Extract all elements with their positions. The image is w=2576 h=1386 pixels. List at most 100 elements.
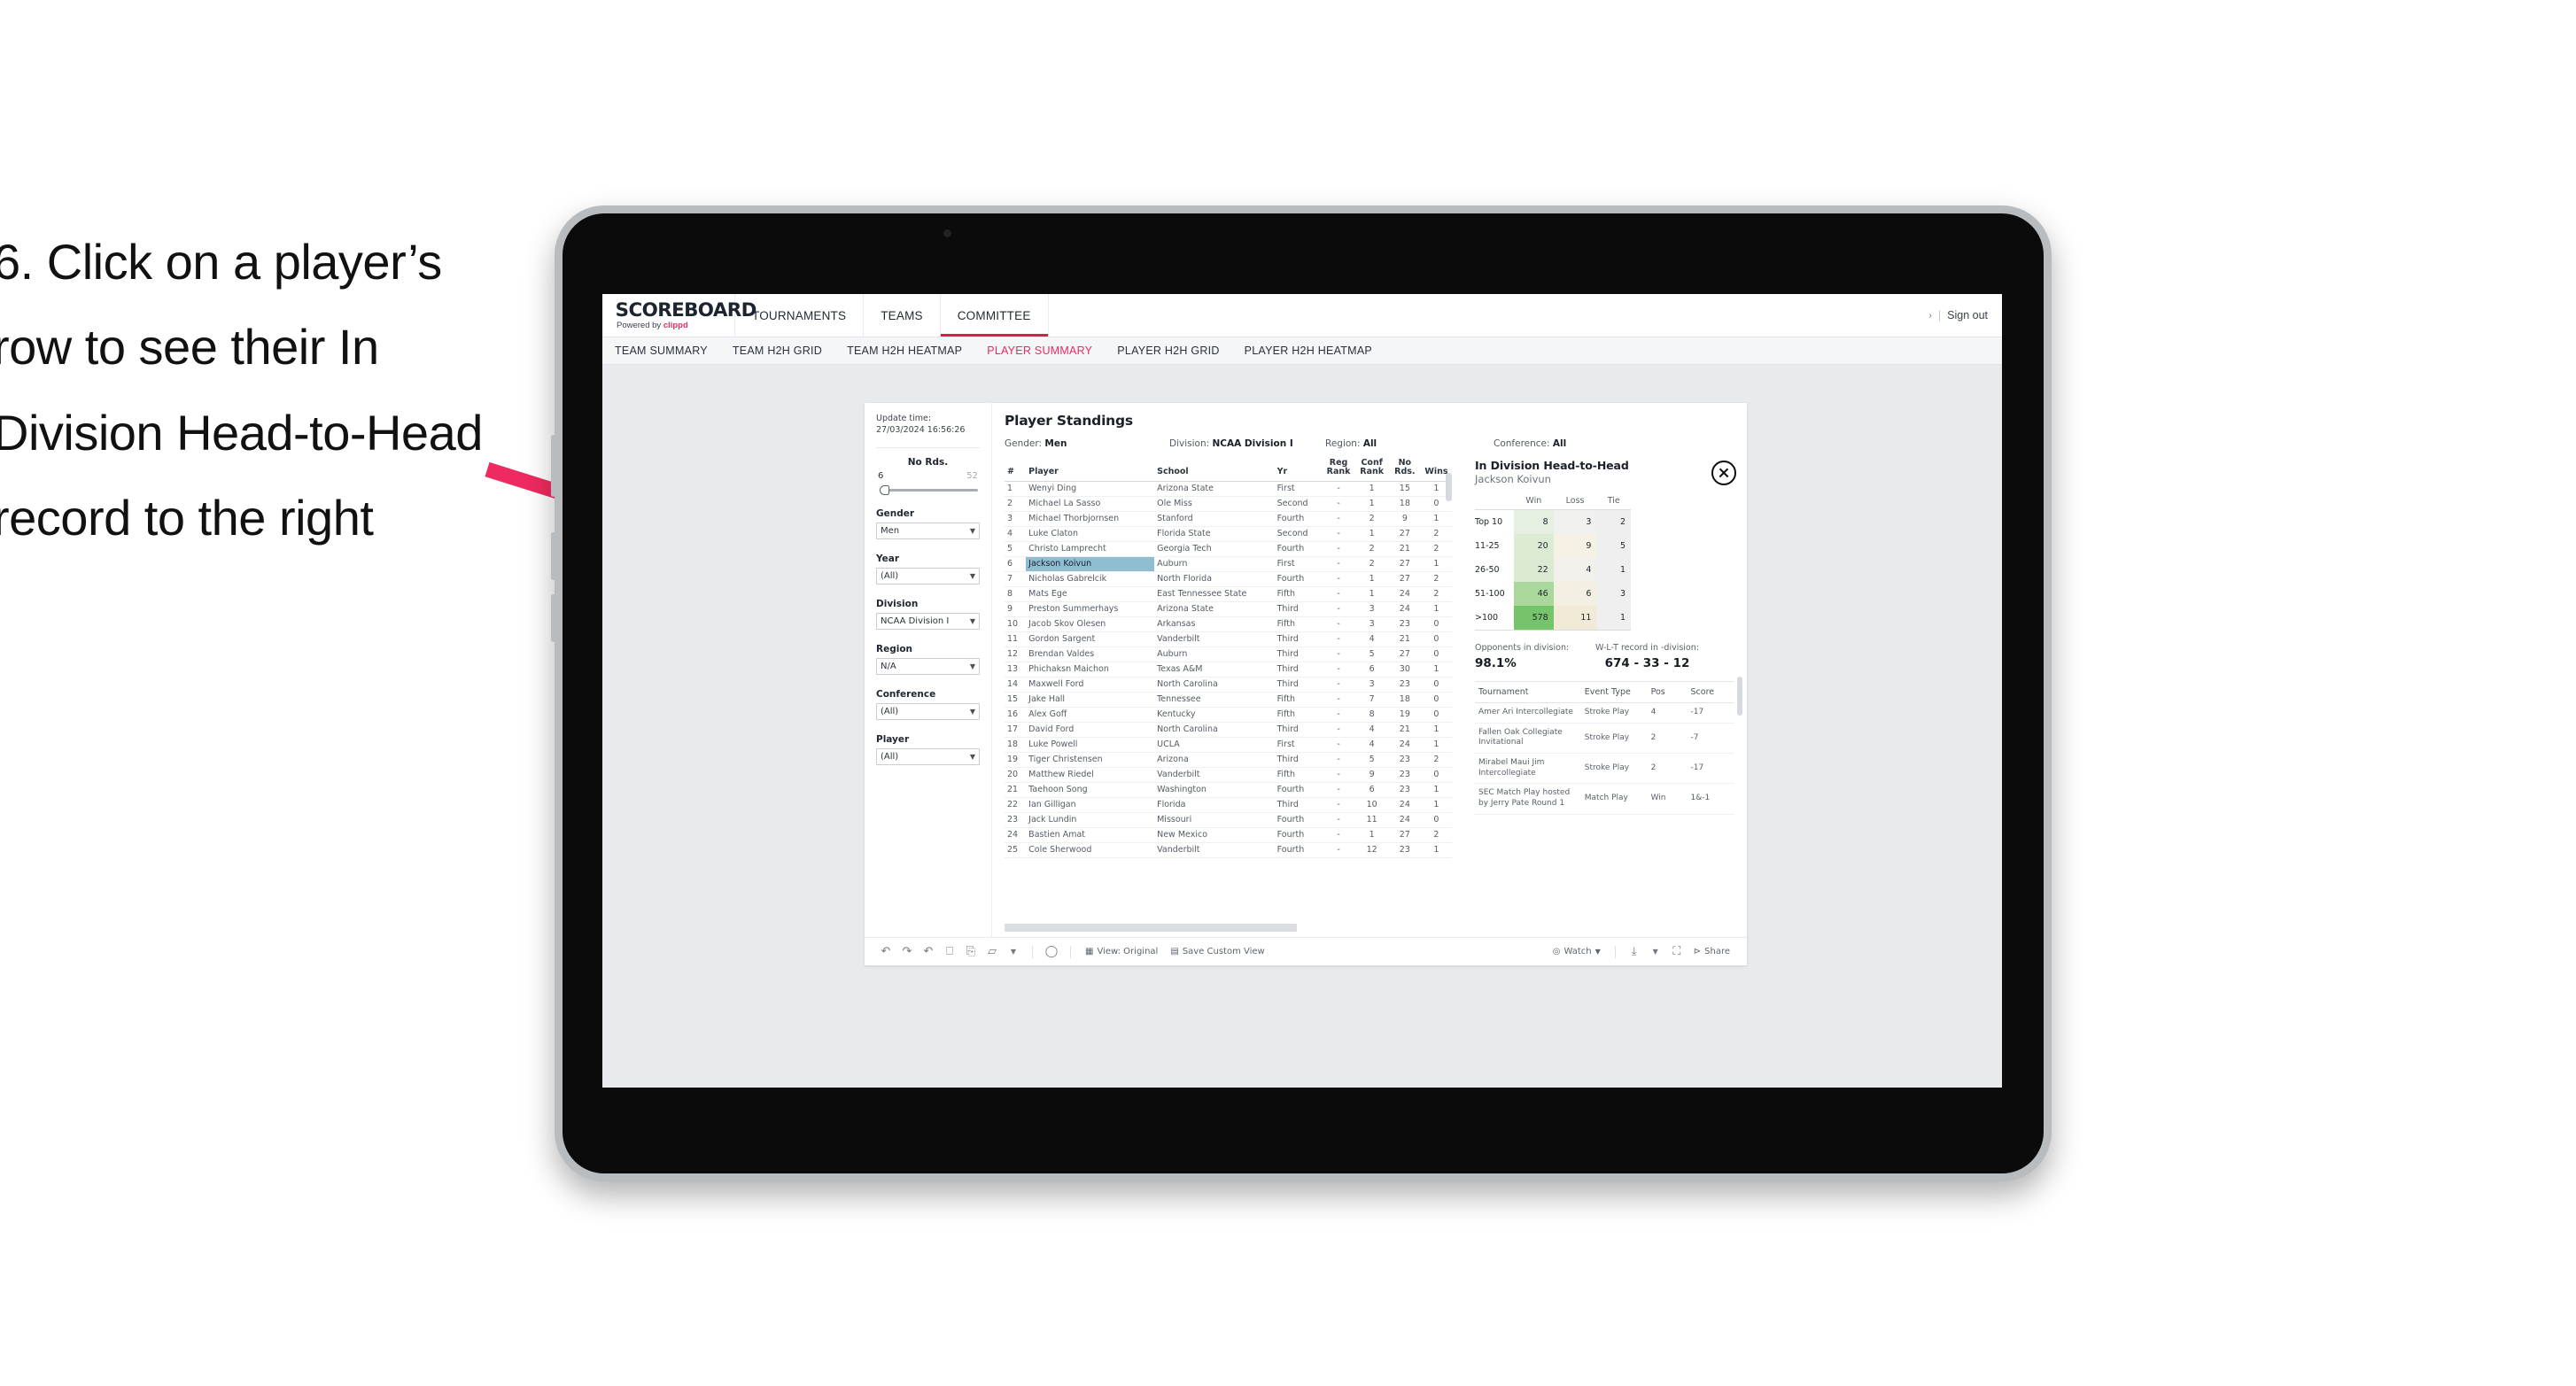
rank-cell[interactable]: 14 [1005,677,1027,693]
subtab-player-h2h-grid[interactable]: PLAYER H2H GRID [1117,345,1219,357]
player-cell[interactable]: Jake Hall [1026,692,1155,708]
reg-rank-cell[interactable]: - [1322,662,1355,678]
slider-track[interactable] [885,488,978,492]
no-rds-cell[interactable]: 21 [1388,722,1421,738]
reg-rank-cell[interactable]: - [1322,571,1355,587]
player-cell[interactable]: Jacob Skov Olesen [1026,616,1155,632]
rank-cell[interactable]: 6 [1005,556,1027,572]
rank-cell[interactable]: 7 [1005,571,1027,587]
wins-cell[interactable]: 0 [1420,647,1452,662]
year-cell[interactable]: Third [1274,662,1323,678]
col-event-type[interactable]: Event Type [1580,682,1648,703]
conf-rank-cell[interactable]: 1 [1354,586,1389,602]
conf-rank-cell[interactable]: 4 [1354,631,1389,647]
table-row[interactable]: 24 Bastien Amat New Mexico Fourth -1 27 2 [1005,827,1452,843]
no-rds-cell[interactable]: 23 [1388,842,1421,858]
player-cell[interactable]: David Ford [1026,722,1155,738]
col-rank[interactable]: # [1005,459,1027,482]
year-cell[interactable]: Third [1274,601,1323,617]
chevron-down-icon[interactable]: ▼ [970,572,975,580]
school-cell[interactable]: Arizona State [1154,601,1275,617]
table-row[interactable]: 20 Matthew Riedel Vanderbilt Fifth -9 23 0 [1005,767,1452,783]
table-row[interactable]: 18 Luke Powell UCLA First -4 24 1 [1005,737,1452,753]
player-cell[interactable]: Gordon Sargent [1026,631,1155,647]
rank-cell[interactable]: 8 [1005,586,1027,602]
no-rds-cell[interactable]: 27 [1388,827,1421,843]
conf-rank-cell[interactable]: 2 [1354,556,1389,572]
division-select[interactable]: NCAA Division I ▼ [876,612,980,630]
reg-rank-cell[interactable]: - [1322,677,1355,693]
chevron-down-icon[interactable]: ▼ [1645,943,1666,961]
year-cell[interactable]: Fifth [1274,707,1323,723]
volume-button[interactable] [551,532,555,580]
player-cell[interactable]: Matthew Riedel [1026,767,1155,783]
school-cell[interactable]: New Mexico [1154,827,1275,843]
heatmap-cell[interactable]: 3 [1553,509,1597,534]
list-item[interactable]: Amer Ari Intercollegiate Stroke Play 4 -17 [1475,702,1734,724]
player-cell[interactable]: Preston Summerhays [1026,601,1155,617]
year-cell[interactable]: Third [1274,722,1323,738]
rank-cell[interactable]: 24 [1005,827,1027,843]
heatmap-cell[interactable]: 1 [1596,558,1631,582]
app-logo[interactable]: SCOREBOARD Powered by clippd [602,294,757,337]
wins-cell[interactable]: 1 [1420,797,1452,813]
heatmap-cell[interactable]: 1 [1596,606,1631,631]
reg-rank-cell[interactable]: - [1322,556,1355,572]
heatmap-cell[interactable]: 22 [1514,558,1554,582]
rank-cell[interactable]: 1 [1005,481,1027,497]
wins-cell[interactable]: 1 [1420,782,1452,798]
year-cell[interactable]: Second [1274,496,1323,512]
no-rds-cell[interactable]: 9 [1388,511,1421,527]
year-cell[interactable]: Second [1274,526,1323,542]
conf-rank-cell[interactable]: 1 [1354,496,1389,512]
school-cell[interactable]: Tennessee [1154,692,1275,708]
year-select[interactable]: (All) ▼ [876,567,980,585]
year-cell[interactable]: Fourth [1274,842,1323,858]
reg-rank-cell[interactable]: - [1322,737,1355,753]
player-cell[interactable]: Jackson Koivun [1026,556,1155,572]
wins-cell[interactable]: 1 [1420,842,1452,858]
col-reg-rank[interactable]: Reg Rank [1322,458,1355,482]
year-cell[interactable]: Third [1274,631,1323,647]
rank-cell[interactable]: 22 [1005,797,1027,813]
subtab-team-summary[interactable]: TEAM SUMMARY [615,345,708,357]
table-row[interactable]: 15 Jake Hall Tennessee Fifth -7 18 0 [1005,692,1452,708]
player-cell[interactable]: Wenyi Ding [1026,481,1155,497]
no-rds-cell[interactable]: 27 [1388,526,1421,542]
conf-rank-cell[interactable]: 5 [1354,647,1389,662]
school-cell[interactable]: Ole Miss [1154,496,1275,512]
school-cell[interactable]: Vanderbilt [1154,842,1275,858]
nav-tab-committee[interactable]: COMMITTEE [941,294,1049,337]
rank-cell[interactable]: 10 [1005,616,1027,632]
no-rds-cell[interactable]: 15 [1388,481,1421,497]
wins-cell[interactable]: 2 [1420,541,1452,557]
download-icon[interactable]: ⤓ [1624,943,1645,961]
school-cell[interactable]: Stanford [1154,511,1275,527]
reg-rank-cell[interactable]: - [1322,752,1355,768]
conf-rank-cell[interactable]: 2 [1354,541,1389,557]
subtab-player-h2h-heatmap[interactable]: PLAYER H2H HEATMAP [1245,345,1372,357]
table-row[interactable]: 1 Wenyi Ding Arizona State First -1 15 1 [1005,481,1452,497]
player-cell[interactable]: Christo Lamprecht [1026,541,1155,557]
wins-cell[interactable]: 2 [1420,752,1452,768]
shape-icon[interactable]: ▱ [982,943,1003,961]
conf-rank-cell[interactable]: 9 [1354,767,1389,783]
wins-cell[interactable]: 0 [1420,616,1452,632]
share-history-icon[interactable]: ◯ [1041,943,1062,961]
year-cell[interactable]: Third [1274,752,1323,768]
school-cell[interactable]: UCLA [1154,737,1275,753]
reg-rank-cell[interactable]: - [1322,526,1355,542]
player-cell[interactable]: Alex Goff [1026,707,1155,723]
list-item[interactable]: Mirabel Maui Jim Intercollegiate Stroke P… [1475,753,1734,785]
rank-cell[interactable]: 20 [1005,767,1027,783]
school-cell[interactable]: Auburn [1154,556,1275,572]
table-row[interactable]: 19 Tiger Christensen Arizona Third -5 23 2 [1005,752,1452,768]
subtab-team-h2h-grid[interactable]: TEAM H2H GRID [733,345,822,357]
list-item[interactable]: SEC Match Play hosted by Jerry Pate Roun… [1475,783,1734,815]
account-caret-icon[interactable]: › [1929,311,1932,321]
reg-rank-cell[interactable]: - [1322,797,1355,813]
reg-rank-cell[interactable]: - [1322,496,1355,512]
school-cell[interactable]: Florida [1154,797,1275,813]
chevron-down-icon[interactable]: ▼ [970,753,975,761]
no-rds-cell[interactable]: 18 [1388,496,1421,512]
